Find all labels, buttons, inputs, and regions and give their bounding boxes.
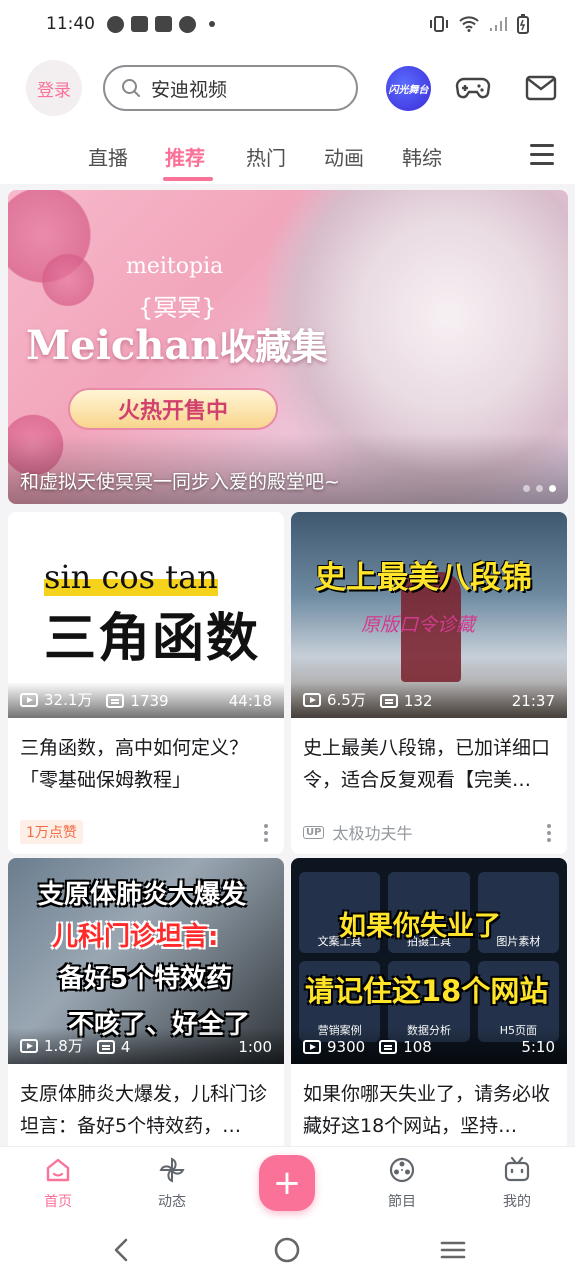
search-icon — [122, 79, 140, 97]
app-grid-artwork: 文案工具 拍摄工具 图片素材 营销案例 数据分析 H5页面 — [299, 872, 559, 1042]
play-count-icon — [303, 1040, 321, 1054]
top-header: 登录 安迪视频 闪光舞台 — [0, 48, 575, 132]
danmaku-icon — [96, 1040, 115, 1054]
bottom-nav: 首页 动态 + 節目 我的 — [0, 1146, 575, 1220]
home-circle-icon[interactable] — [273, 1236, 301, 1268]
system-nav-bar — [0, 1220, 575, 1280]
promo-banner[interactable]: meitopia {冥冥} Meichan收藏集 火热开售中 和虚拟天使冥冥一同… — [8, 190, 568, 504]
film-reel-icon — [387, 1155, 417, 1185]
wifi-icon — [459, 16, 479, 32]
danmaku-count: 4 — [120, 1038, 131, 1056]
video-card[interactable]: 文案工具 拍摄工具 图片素材 营销案例 数据分析 H5页面 如果你失业了 请记住… — [291, 858, 567, 1156]
play-count-icon — [20, 692, 38, 707]
danmaku-count: 1739 — [130, 692, 169, 710]
video-card[interactable]: 史上最美八段锦 原版口令诊藏 6.5万 132 21:37 史上最美八段锦，已加… — [291, 512, 567, 854]
author-name[interactable]: 太极功夫牛 — [332, 820, 412, 844]
video-duration: 21:37 — [511, 692, 555, 710]
vibrate-icon — [430, 16, 448, 32]
more-options-icon[interactable] — [547, 824, 551, 845]
home-icon — [43, 1155, 73, 1185]
video-thumbnail: 史上最美八段锦 原版口令诊藏 6.5万 132 21:37 — [291, 512, 567, 718]
banner-title-latin: Meichan — [26, 322, 220, 369]
banner-sale-label: 火热开售中 — [68, 388, 278, 430]
like-badge: 1万点赞 — [20, 820, 83, 844]
play-count-icon — [20, 1038, 38, 1053]
video-title[interactable]: 支原体肺炎大爆发，儿科门诊坦言：备好5个特效药，… — [8, 1064, 284, 1156]
tab-recommend[interactable]: 推荐 — [165, 142, 205, 171]
app-notification-icon — [107, 15, 124, 33]
nav-dynamics-label: 动态 — [158, 1194, 186, 1210]
video-card[interactable]: sin cos tan 三角函数 32.1万 1739 44:18 三角函数，高… — [8, 512, 284, 854]
banner-title-cn: 收藏集 — [219, 327, 328, 368]
rose-decoration — [38, 250, 98, 310]
nav-dynamics[interactable]: 动态 — [132, 1155, 212, 1211]
signal-icon — [490, 17, 507, 31]
view-count: 32.1万 — [44, 691, 93, 709]
video-stats: 32.1万 1739 44:18 — [8, 682, 284, 718]
more-notifications-icon — [209, 21, 215, 27]
video-title[interactable]: 三角函数，高中如何定义？「零基础保姆教程」 — [8, 718, 284, 810]
video-thumbnail: 文案工具 拍摄工具 图片素材 营销案例 数据分析 H5页面 如果你失业了 请记住… — [291, 858, 567, 1064]
active-tab-indicator — [163, 177, 213, 181]
banner-brand: meitopia — [126, 254, 224, 279]
mail-notification-icon — [131, 16, 148, 32]
view-count: 9300 — [327, 1038, 366, 1056]
recent-apps-icon[interactable] — [439, 1236, 467, 1268]
tab-korean-variety[interactable]: 韩综 — [402, 142, 442, 171]
video-stats: 9300 108 5:10 — [291, 1028, 567, 1064]
video-duration: 5:10 — [521, 1038, 555, 1056]
video-title[interactable]: 如果你哪天失业了，请务必收藏好这18个网站，坚持… — [291, 1064, 567, 1156]
banner-title: Meichan收藏集 — [26, 318, 327, 370]
menu-icon[interactable] — [530, 144, 554, 171]
more-options-icon[interactable] — [264, 824, 268, 845]
nav-home-label: 首页 — [44, 1194, 72, 1210]
mail-notification-icon — [155, 16, 172, 32]
tab-hot[interactable]: 热门 — [246, 142, 286, 171]
login-button[interactable]: 登录 — [26, 60, 82, 116]
nav-shows[interactable]: 節目 — [362, 1155, 442, 1211]
video-thumbnail: 支原体肺炎大爆发 儿科门诊坦言: 备好5个特效药 不咳了、好全了 1.8万 4 … — [8, 858, 284, 1064]
system-icons — [429, 14, 529, 34]
video-card[interactable]: 支原体肺炎大爆发 儿科门诊坦言: 备好5个特效药 不咳了、好全了 1.8万 4 … — [8, 858, 284, 1156]
mail-icon[interactable] — [523, 70, 559, 106]
danmaku-icon — [379, 1040, 398, 1054]
view-count: 6.5万 — [327, 691, 366, 709]
search-text: 安迪视频 — [151, 78, 228, 101]
view-count: 1.8万 — [44, 1037, 83, 1055]
back-icon[interactable] — [108, 1236, 136, 1268]
tab-live[interactable]: 直播 — [88, 142, 128, 171]
carousel-indicator — [523, 485, 556, 492]
nav-mine-label: 我的 — [503, 1194, 531, 1210]
video-stats: 1.8万 4 1:00 — [8, 1028, 284, 1064]
category-tabs: 直播 推荐 热门 动画 韩综 — [0, 132, 575, 184]
danmaku-icon — [379, 694, 398, 708]
tab-anime[interactable]: 动画 — [324, 142, 364, 171]
battery-icon — [517, 14, 529, 34]
video-stats: 6.5万 132 21:37 — [291, 682, 567, 718]
plus-icon: + — [272, 1163, 302, 1203]
video-duration: 1:00 — [238, 1038, 272, 1056]
banner-caption: 和虚拟天使冥冥一同步入爱的殿堂吧~ — [20, 471, 340, 493]
status-bar: 11:40 — [0, 0, 575, 48]
status-time: 11:40 — [46, 14, 95, 34]
danmaku-count: 132 — [403, 692, 433, 710]
video-title[interactable]: 史上最美八段锦，已加详细口令，适合反复观看【完美… — [291, 718, 567, 810]
shield-icon — [179, 15, 196, 33]
danmaku-icon — [106, 694, 125, 708]
danmaku-count: 108 — [403, 1038, 432, 1056]
notification-icons — [107, 15, 215, 33]
play-count-icon — [303, 692, 321, 707]
search-bar[interactable]: 安迪视频 — [103, 65, 358, 111]
flash-stage-icon[interactable]: 闪光舞台 — [386, 66, 431, 111]
game-controller-icon[interactable] — [455, 70, 491, 106]
nav-home[interactable]: 首页 — [18, 1155, 98, 1211]
nav-shows-label: 節目 — [388, 1194, 416, 1210]
pinwheel-icon — [157, 1155, 187, 1185]
video-duration: 44:18 — [228, 692, 272, 710]
video-thumbnail: sin cos tan 三角函数 32.1万 1739 44:18 — [8, 512, 284, 718]
up-icon: UP — [303, 825, 325, 839]
tv-icon — [502, 1155, 532, 1185]
nav-mine[interactable]: 我的 — [477, 1155, 557, 1211]
post-button[interactable]: + — [259, 1155, 315, 1211]
